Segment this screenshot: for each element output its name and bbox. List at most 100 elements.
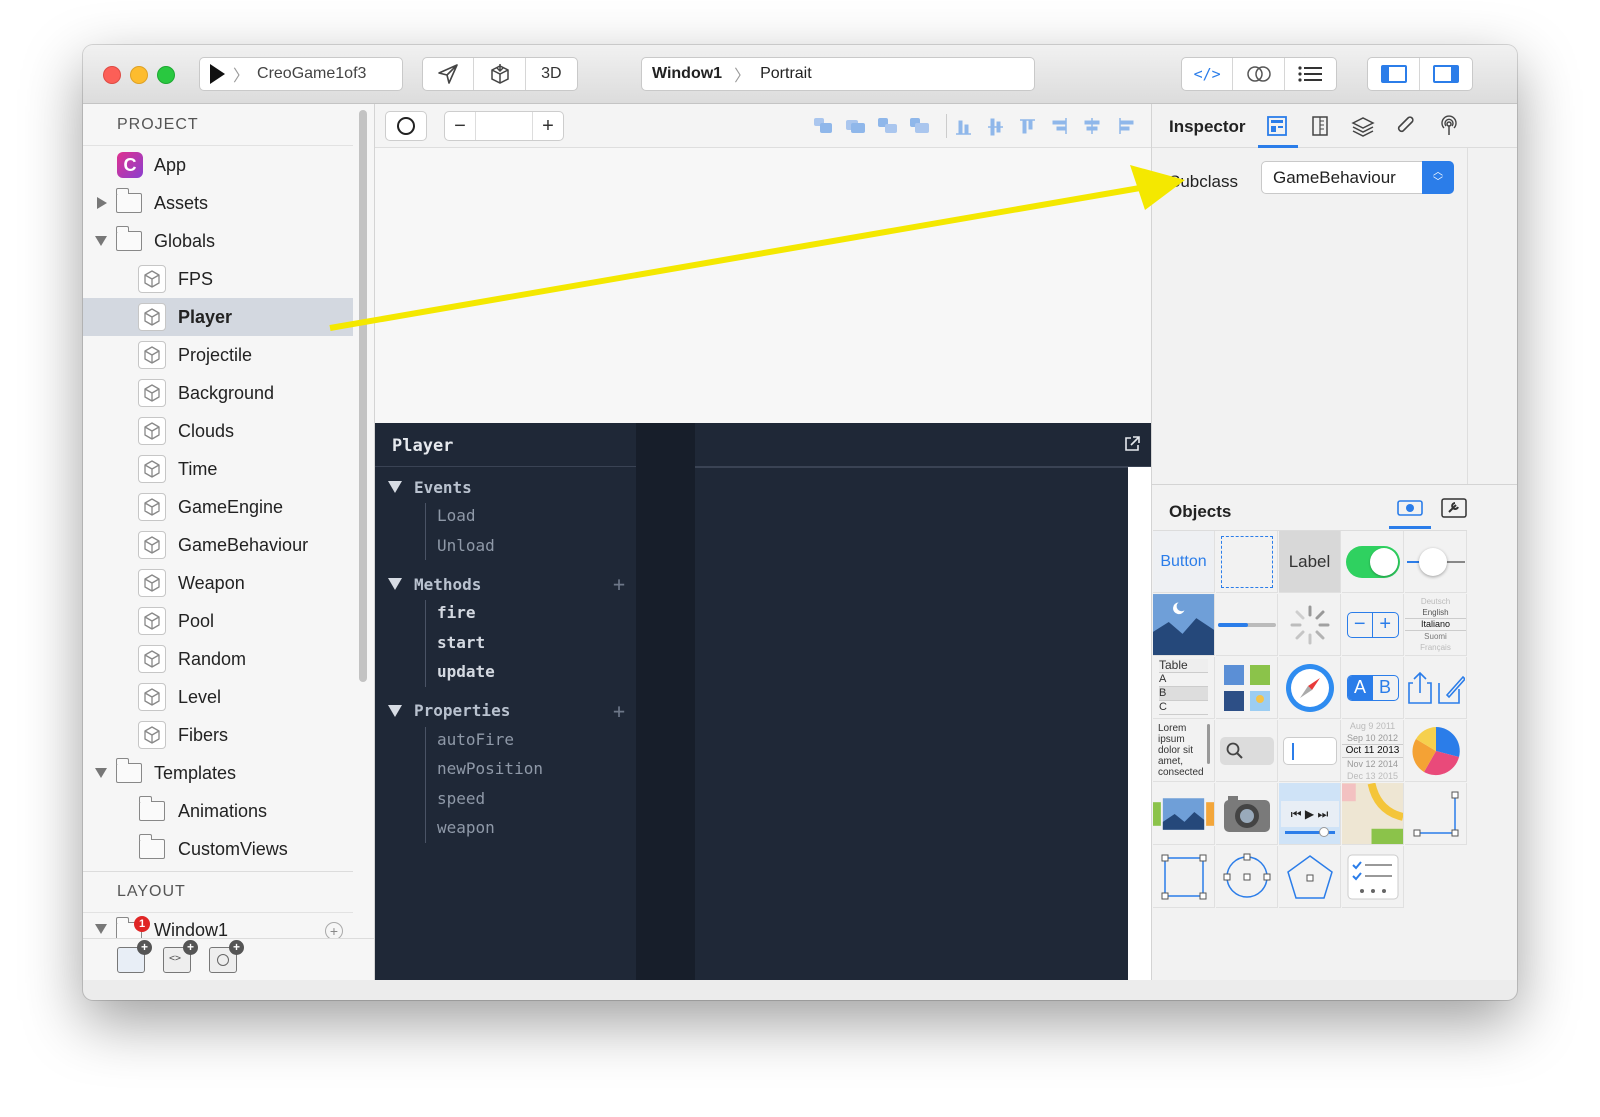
tab-size[interactable]	[1307, 113, 1333, 139]
object-line[interactable]	[1405, 783, 1467, 845]
object-segmented-control[interactable]: AB	[1342, 657, 1404, 719]
object-slider[interactable]	[1405, 531, 1467, 593]
sidebar-item-clouds[interactable]: Clouds	[83, 412, 353, 450]
sidebar-item-globals[interactable]: Globals	[83, 222, 353, 260]
add-member-button[interactable]: +	[613, 699, 625, 723]
close-window-button[interactable]	[103, 66, 121, 84]
object-web-view[interactable]	[1279, 657, 1341, 719]
object-rectangle[interactable]	[1153, 846, 1215, 908]
sidebar-item-time[interactable]: Time	[83, 450, 353, 488]
add-window-button[interactable]: +	[117, 940, 152, 973]
object-search-bar[interactable]	[1216, 720, 1278, 782]
object-stepper[interactable]: − +	[1342, 594, 1404, 656]
send-backward-icon[interactable]	[878, 118, 898, 134]
outline-member[interactable]: start	[437, 633, 485, 652]
bring-to-front-icon[interactable]	[846, 118, 866, 134]
zoom-window-button[interactable]	[157, 66, 175, 84]
object-table[interactable]: Table A B C	[1153, 657, 1215, 719]
assistant-button[interactable]	[1233, 58, 1285, 90]
sidebar-scrollbar[interactable]	[359, 110, 367, 682]
object-progress[interactable]	[1216, 594, 1278, 656]
object-polygon[interactable]	[1279, 846, 1341, 908]
sidebar-item-player[interactable]: Player	[83, 298, 353, 336]
disclosure-triangle-icon[interactable]	[97, 197, 107, 209]
tab-objects-library[interactable]	[1389, 497, 1431, 529]
code-editor-button[interactable]: </>	[1182, 58, 1234, 90]
object-view[interactable]	[1216, 531, 1278, 593]
sidebar-item-fibers[interactable]: Fibers	[83, 716, 353, 754]
scheme-selector[interactable]: 〉 CreoGame1of3	[199, 57, 403, 91]
breadcrumb-orientation[interactable]: Portrait	[760, 65, 812, 83]
outline-member[interactable]: Unload	[437, 536, 495, 555]
add-custom-view-button[interactable]: <> +	[163, 940, 198, 973]
object-date-picker[interactable]: Aug 9 2011 Sep 10 2012 Oct 11 2013 Nov 1…	[1342, 720, 1404, 782]
object-text-field[interactable]	[1279, 720, 1341, 782]
disclosure-triangle-icon[interactable]	[95, 236, 107, 246]
object-map[interactable]	[1342, 783, 1404, 845]
send-to-back-icon[interactable]	[910, 118, 930, 134]
minimize-window-button[interactable]	[130, 66, 148, 84]
object-image-gallery[interactable]	[1216, 657, 1278, 719]
object-share[interactable]	[1405, 657, 1467, 719]
subclass-select[interactable]: GameBehaviour ︿ ﹀	[1261, 161, 1454, 194]
sidebar-item-gamebehaviour[interactable]: GameBehaviour	[83, 526, 353, 564]
outline-member[interactable]: Load	[437, 506, 476, 525]
tab-attributes[interactable]	[1258, 113, 1298, 148]
add-member-button[interactable]: +	[613, 572, 625, 596]
outline-member[interactable]: fire	[437, 603, 476, 622]
object-button[interactable]: Button	[1153, 531, 1215, 593]
disclosure-triangle-icon[interactable]	[388, 481, 402, 493]
disclosure-triangle-icon[interactable]	[95, 768, 107, 778]
disclosure-triangle-icon[interactable]	[388, 704, 402, 717]
run-icon[interactable]	[210, 64, 225, 84]
send-to-device-button[interactable]	[423, 58, 475, 90]
object-label[interactable]: Label	[1279, 531, 1341, 593]
disclosure-triangle-icon[interactable]	[95, 924, 107, 934]
list-view-button[interactable]	[1285, 58, 1336, 90]
object-image-carousel[interactable]	[1153, 783, 1215, 845]
sidebar-item-gameengine[interactable]: GameEngine	[83, 488, 353, 526]
editor-scrollbar[interactable]	[1128, 467, 1151, 980]
zoom-field[interactable]	[475, 112, 533, 140]
object-activity-indicator[interactable]	[1279, 594, 1341, 656]
object-switch[interactable]	[1342, 531, 1404, 593]
sidebar-item-weapon[interactable]: Weapon	[83, 564, 353, 602]
object-image-view[interactable]	[1153, 594, 1215, 656]
object-checklist[interactable]	[1342, 846, 1404, 908]
tab-layers[interactable]	[1350, 113, 1376, 139]
sidebar-item-customviews[interactable]: CustomViews	[83, 830, 353, 868]
sidebar-item-animations[interactable]: Animations	[83, 792, 353, 830]
design-canvas[interactable]	[375, 148, 1151, 423]
open-external-icon[interactable]	[1123, 435, 1141, 453]
object-picker[interactable]: Deutsch English Italiano Suomi Français	[1405, 594, 1467, 656]
toggle-left-panel-button[interactable]	[1368, 58, 1421, 90]
breadcrumb-window[interactable]: Window1	[652, 65, 722, 83]
add-object-button[interactable]: +	[209, 940, 244, 973]
sidebar-item-level[interactable]: Level	[83, 678, 353, 716]
object-video-player[interactable]: ⏮ ▶ ⏭	[1279, 783, 1341, 845]
outline-group-events[interactable]: Events	[375, 472, 636, 502]
outline-member[interactable]: autoFire	[437, 730, 514, 749]
object-oval[interactable]	[1216, 846, 1278, 908]
3d-view-button[interactable]: 3D	[526, 58, 577, 90]
layout-item-window1[interactable]: 1 Window1 +	[83, 916, 353, 938]
sidebar-item-assets[interactable]: Assets	[83, 184, 353, 222]
zoom-in-button[interactable]: +	[533, 115, 563, 138]
sidebar-item-random[interactable]: Random	[83, 640, 353, 678]
sidebar-item-projectile[interactable]: Projectile	[83, 336, 353, 374]
sidebar-item-fps[interactable]: FPS	[83, 260, 353, 298]
object-chart[interactable]	[1405, 720, 1467, 782]
outline-group-methods[interactable]: Methods +	[375, 569, 636, 599]
sidebar-item-background[interactable]: Background	[83, 374, 353, 412]
outline-member[interactable]: weapon	[437, 818, 495, 837]
sidebar-item-templates[interactable]: Templates	[83, 754, 353, 792]
disclosure-triangle-icon[interactable]	[388, 578, 402, 590]
outline-group-properties[interactable]: Properties +	[375, 696, 636, 726]
tab-objects-tools[interactable]	[1441, 497, 1467, 519]
object-text-view[interactable]: Lorem ipsum dolor sit amet, consected	[1153, 720, 1215, 782]
zoom-out-button[interactable]: −	[445, 115, 475, 138]
tab-remote[interactable]	[1436, 113, 1462, 139]
object-camera[interactable]	[1216, 783, 1278, 845]
preview-toggle-button[interactable]	[385, 111, 427, 141]
outline-member[interactable]: newPosition	[437, 759, 543, 778]
